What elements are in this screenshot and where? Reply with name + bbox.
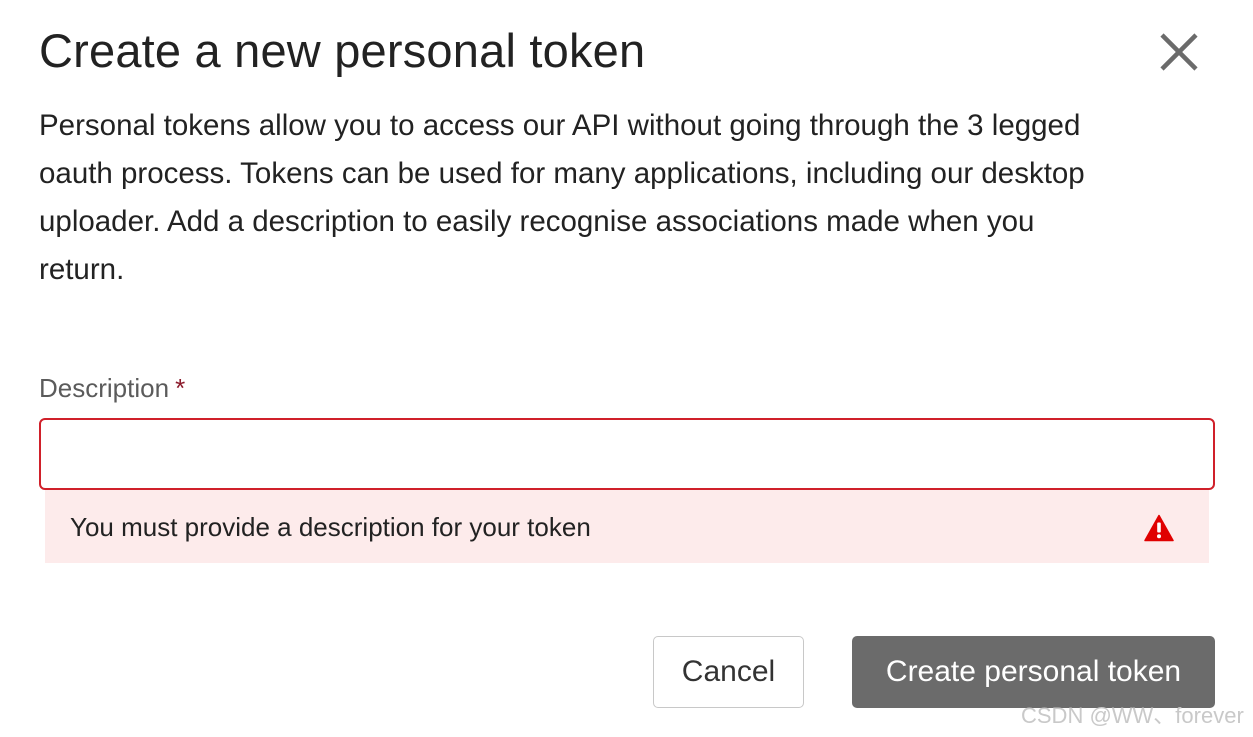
description-label-text: Description (39, 373, 170, 403)
description-input[interactable] (39, 418, 1215, 490)
dialog-intro-text: Personal tokens allow you to access our … (39, 109, 1085, 286)
cancel-button[interactable]: Cancel (653, 636, 804, 708)
error-message-text: You must provide a description for your … (70, 512, 591, 542)
dialog-title: Create a new personal token (39, 24, 646, 77)
close-icon[interactable] (1157, 30, 1201, 74)
error-message-box: You must provide a description for your … (45, 490, 1209, 563)
description-label: Description * (39, 370, 185, 406)
watermark: CSDN @WW、forever (1021, 703, 1244, 728)
create-token-dialog: Create a new personal token Personal tok… (0, 0, 1253, 737)
warning-triangle-icon (1144, 514, 1174, 542)
create-personal-token-button[interactable]: Create personal token (852, 636, 1215, 708)
required-marker: * (175, 373, 186, 403)
